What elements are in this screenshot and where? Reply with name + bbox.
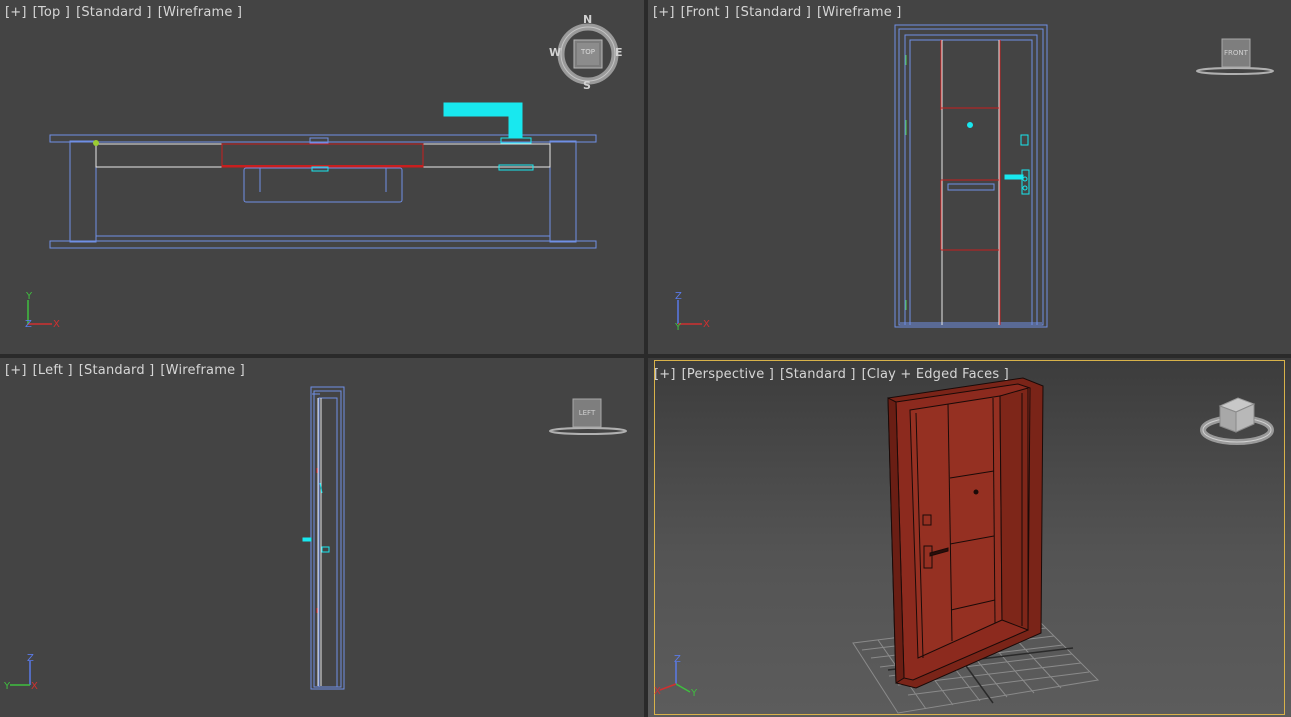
top-door-leaf-right <box>422 143 551 168</box>
viewcube-icon <box>549 398 627 435</box>
svg-text:Y: Y <box>690 688 698 698</box>
viewcube-face-label: TOP <box>580 48 595 56</box>
front-lever-handle <box>1004 174 1024 180</box>
axis-tripod-icon: Z Y X <box>654 654 698 698</box>
top-frame-left-jamb <box>69 140 97 243</box>
svg-text:X: X <box>654 686 661 697</box>
left-door-frame <box>310 386 345 690</box>
top-pivot-dot <box>93 140 99 146</box>
svg-text:Y: Y <box>674 322 682 333</box>
svg-text:Y: Y <box>25 291 33 302</box>
left-viewcube[interactable]: LEFT <box>547 398 629 440</box>
perspective-viewcube[interactable] <box>1200 392 1274 450</box>
viewcube-icon <box>1200 397 1274 445</box>
top-viewcube[interactable]: TOP N S E W <box>549 13 623 92</box>
viewport-perspective[interactable]: [+] [Perspective ] [Standard ] [Clay + Edge… <box>648 358 1291 717</box>
svg-text:Z: Z <box>674 654 681 665</box>
viewport-left[interactable]: [+] [Left ] [Standard ] [Wireframe ] LEFT <box>0 358 644 717</box>
top-wireframe-scene <box>49 102 597 249</box>
front-peephole <box>967 122 973 128</box>
compass-south-label: S <box>583 79 591 92</box>
axis-tripod-icon: Z Y X <box>4 653 38 692</box>
top-handle-bar <box>243 167 403 203</box>
svg-text:Y: Y <box>4 681 11 692</box>
viewcube-face-label: LEFT <box>578 409 596 417</box>
svg-text:Z: Z <box>25 319 32 330</box>
viewcube-face-label: FRONT <box>1224 49 1248 57</box>
compass-west-label: W <box>549 46 562 59</box>
front-door-frame-outer <box>894 24 1048 328</box>
svg-text:X: X <box>703 319 710 330</box>
top-frame-back-rail <box>49 240 597 249</box>
persp-peephole <box>973 489 979 495</box>
svg-text:X: X <box>53 319 60 330</box>
left-lever-handle <box>302 537 312 542</box>
top-door-panel-red <box>221 143 424 168</box>
front-mail-slot <box>947 183 995 191</box>
top-frame-right-jamb <box>549 140 577 243</box>
svg-text:Z: Z <box>27 653 34 664</box>
compass-north-label: N <box>583 13 593 26</box>
svg-text:Z: Z <box>675 291 682 302</box>
compass-east-label: E <box>615 46 623 59</box>
axis-tripod-icon: Y X Z <box>25 291 60 330</box>
viewcube-icon <box>1196 38 1274 75</box>
viewport-front[interactable]: [+] [Front ] [Standard ] [Wireframe ] FR… <box>648 0 1291 354</box>
door-model <box>887 377 1044 689</box>
svg-text:X: X <box>31 681 38 692</box>
axis-tripod-icon: Z X Y <box>674 291 710 333</box>
viewport-top[interactable]: [+] [Top ] [Standard ] [Wireframe ] TOP … <box>0 0 644 354</box>
top-door-leaf-left <box>95 143 223 168</box>
perspective-scene <box>852 377 1100 714</box>
front-viewcube[interactable]: FRONT <box>1194 36 1276 78</box>
